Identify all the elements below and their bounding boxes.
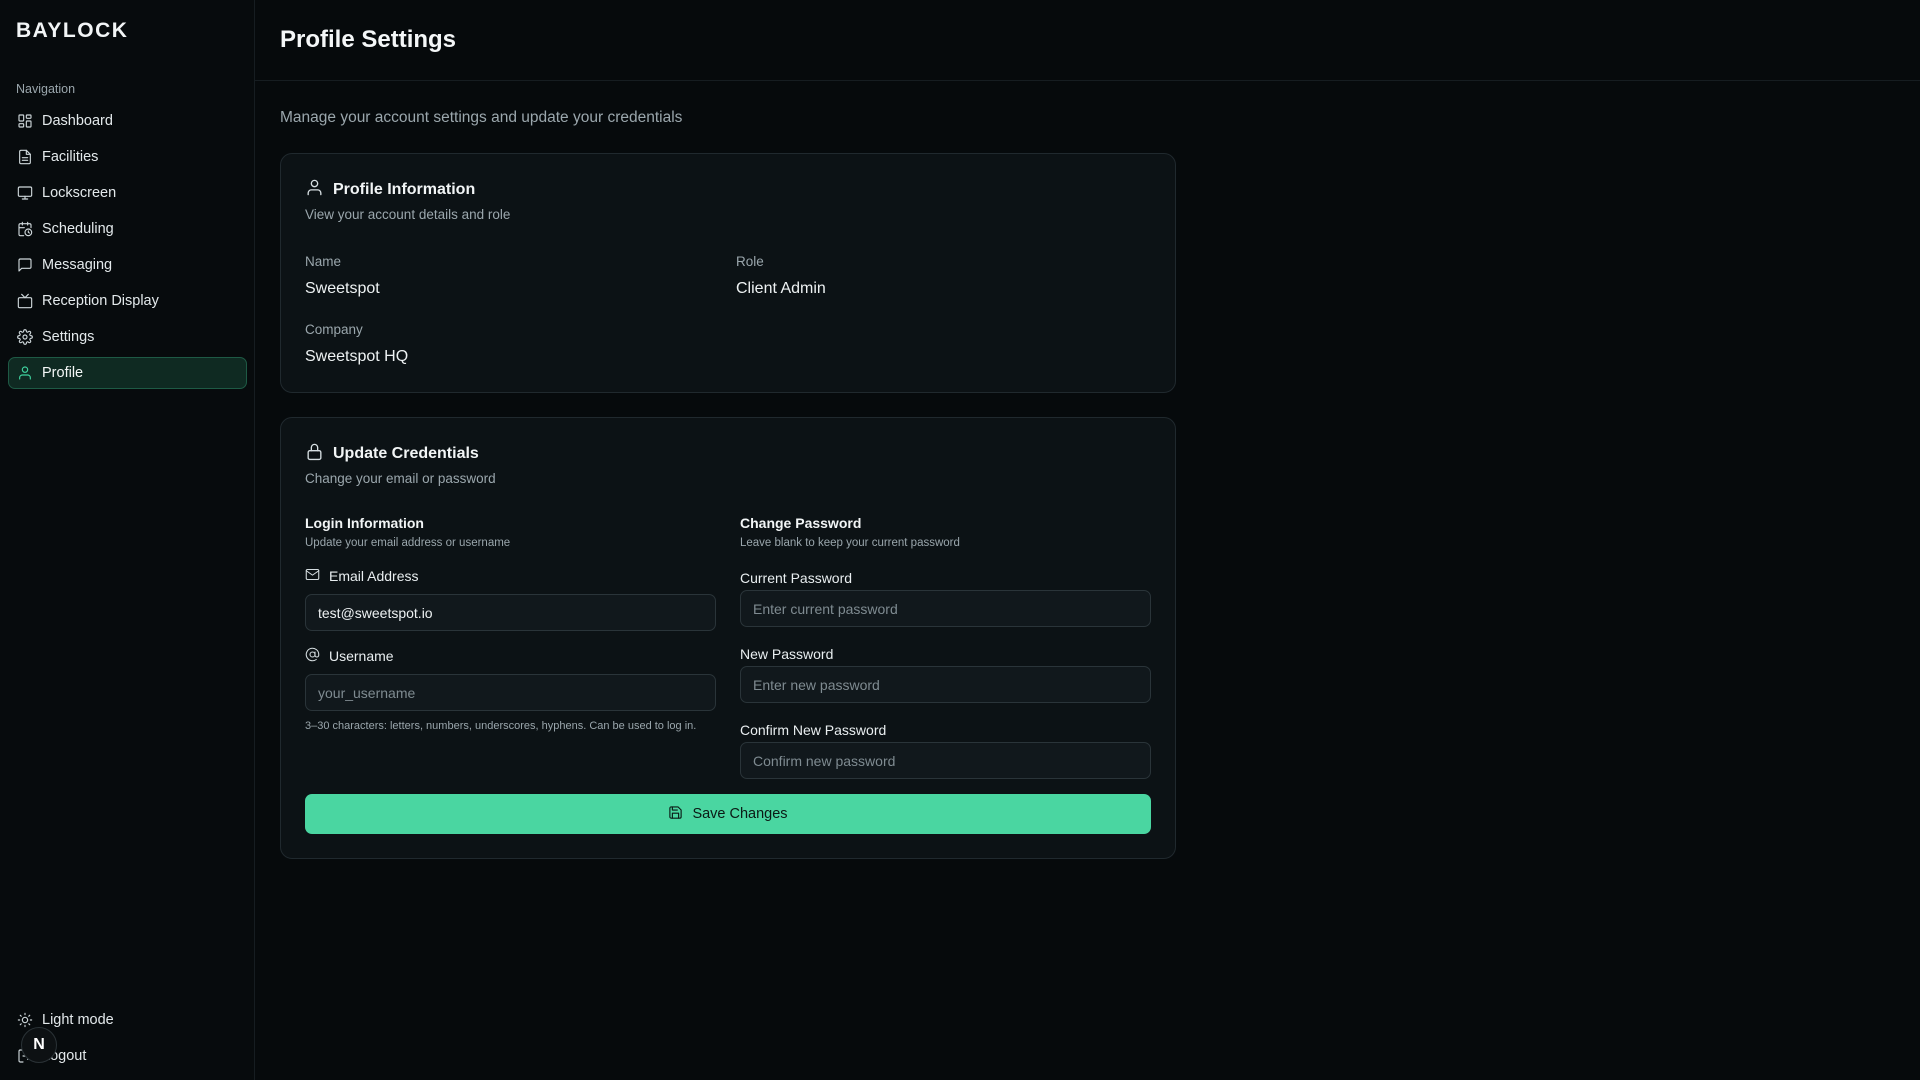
confirm-password-label: Confirm New Password xyxy=(740,722,887,738)
sidebar-item-dashboard[interactable]: Dashboard xyxy=(8,105,247,137)
gear-icon xyxy=(17,329,33,345)
sidebar-item-scheduling[interactable]: Scheduling xyxy=(8,213,247,245)
save-icon xyxy=(668,805,692,824)
sidebar-item-lockscreen[interactable]: Lockscreen xyxy=(8,177,247,209)
sidebar-nav: Dashboard Facilities Lockscreen Scheduli… xyxy=(8,105,247,393)
page-subtitle: Manage your account settings and update … xyxy=(280,109,683,126)
profile-card-description: View your account details and role xyxy=(305,207,511,222)
profile-information-card: Profile Information View your account de… xyxy=(280,153,1176,393)
document-icon xyxy=(17,149,33,165)
sidebar-item-reception-display[interactable]: Reception Display xyxy=(8,285,247,317)
save-changes-button[interactable]: Save Changes xyxy=(305,794,1151,834)
sun-icon xyxy=(17,1012,33,1028)
credentials-card-description: Change your email or password xyxy=(305,471,496,486)
name-label: Name xyxy=(305,254,342,269)
username-label: Username xyxy=(305,647,394,665)
credentials-card-header: Update Credentials xyxy=(305,442,479,466)
mail-icon xyxy=(305,567,329,585)
current-password-label: Current Password xyxy=(740,570,853,586)
update-credentials-card: Update Credentials Change your email or … xyxy=(280,417,1176,859)
at-sign-icon xyxy=(305,647,329,665)
change-password-description: Leave blank to keep your current passwor… xyxy=(740,537,960,549)
new-password-label: New Password xyxy=(740,646,834,662)
page-header: Profile Settings xyxy=(255,0,1920,81)
profile-card-title: Profile Information xyxy=(333,181,476,198)
grid-icon xyxy=(17,113,33,129)
change-password-title: Change Password xyxy=(740,515,862,531)
sidebar-item-settings[interactable]: Settings xyxy=(8,321,247,353)
sidebar: BAYLOCK Navigation Dashboard Facilities … xyxy=(0,0,255,1080)
sidebar-item-label: Facilities xyxy=(42,149,99,165)
email-field[interactable] xyxy=(305,594,716,631)
email-label-text: Email Address xyxy=(329,568,419,584)
username-field[interactable] xyxy=(305,674,716,711)
lock-icon xyxy=(305,442,333,466)
role-label: Role xyxy=(736,254,764,269)
profile-card-header: Profile Information xyxy=(305,178,475,202)
tv-icon xyxy=(17,293,33,309)
company-value: Sweetspot HQ xyxy=(305,348,409,365)
credentials-card-title: Update Credentials xyxy=(333,445,479,462)
page-title: Profile Settings xyxy=(280,26,457,53)
login-information-description: Update your email address or username xyxy=(305,537,511,549)
brand-logo[interactable]: BAYLOCK xyxy=(16,19,128,43)
user-icon xyxy=(17,365,33,381)
sidebar-item-label: Messaging xyxy=(42,257,113,273)
sidebar-item-label: Dashboard xyxy=(42,113,113,129)
username-hint: 3–30 characters: letters, numbers, under… xyxy=(305,720,697,732)
sidebar-item-label: Scheduling xyxy=(42,221,114,237)
sidebar-item-label: Reception Display xyxy=(42,293,159,309)
confirm-password-field[interactable] xyxy=(740,742,1151,779)
sidebar-item-label: Lockscreen xyxy=(42,185,117,201)
login-information-title: Login Information xyxy=(305,515,424,531)
monitor-icon xyxy=(17,185,33,201)
name-value: Sweetspot xyxy=(305,280,380,297)
avatar[interactable]: N xyxy=(21,1027,57,1063)
username-label-text: Username xyxy=(329,648,394,664)
user-icon xyxy=(305,178,333,202)
sidebar-item-messaging[interactable]: Messaging xyxy=(8,249,247,281)
message-icon xyxy=(17,257,33,273)
nav-section-label: Navigation xyxy=(16,82,76,96)
theme-toggle-label: Light mode xyxy=(42,1012,114,1028)
email-label: Email Address xyxy=(305,567,418,585)
calendar-clock-icon xyxy=(17,221,33,237)
new-password-field[interactable] xyxy=(740,666,1151,703)
save-changes-label: Save Changes xyxy=(692,806,788,822)
role-value: Client Admin xyxy=(736,280,826,297)
current-password-field[interactable] xyxy=(740,590,1151,627)
sidebar-item-label: Profile xyxy=(42,365,84,381)
company-label: Company xyxy=(305,322,363,337)
sidebar-item-facilities[interactable]: Facilities xyxy=(8,141,247,173)
sidebar-item-profile[interactable]: Profile xyxy=(8,357,247,389)
sidebar-item-label: Settings xyxy=(42,329,95,345)
main-content: Profile Settings Manage your account set… xyxy=(255,0,1920,1080)
